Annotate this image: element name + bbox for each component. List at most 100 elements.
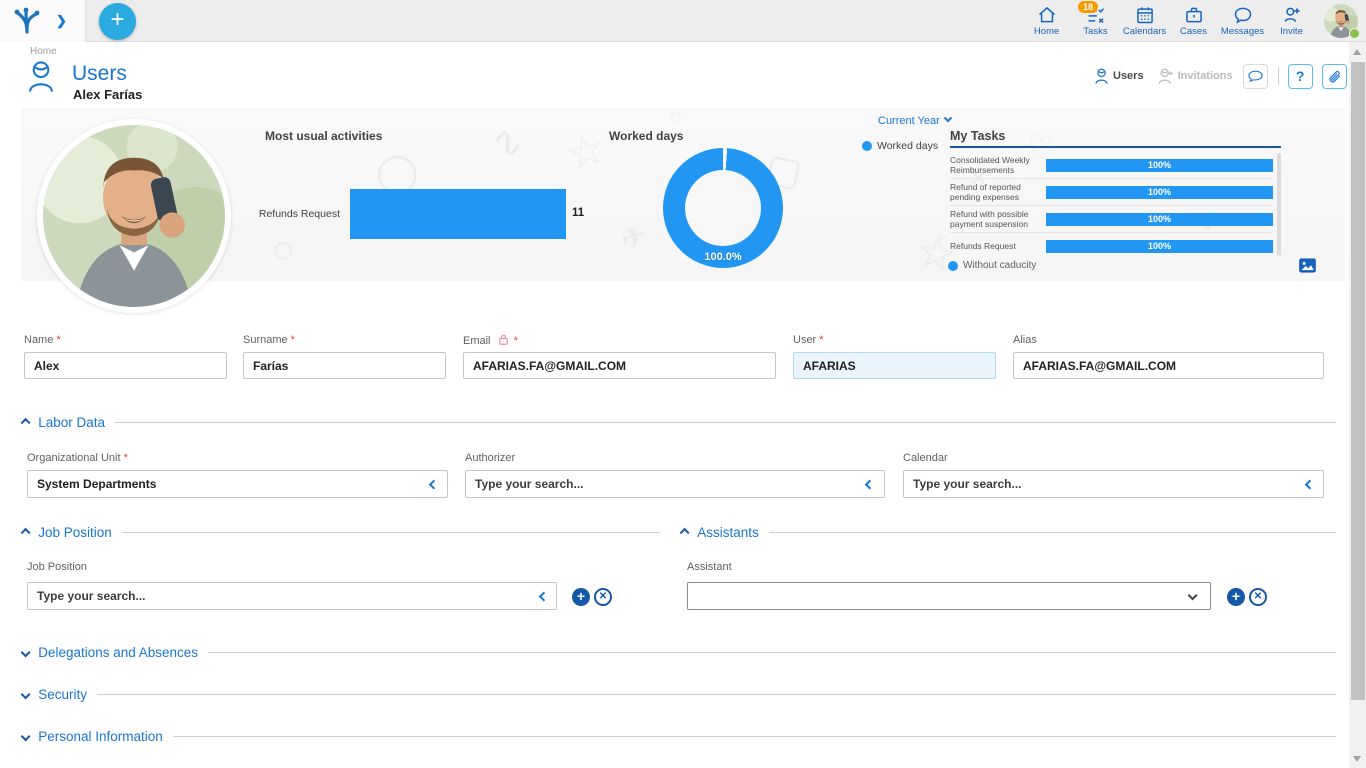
help-button[interactable]: ? [1288, 64, 1313, 89]
users-page-icon [26, 60, 56, 94]
task-label: Refund with possible payment suspension [950, 209, 1046, 229]
alias-field[interactable] [1013, 352, 1324, 379]
scrollbar-up-arrow[interactable] [1353, 49, 1361, 55]
task-row[interactable]: Refunds Request 100% [950, 233, 1273, 260]
nav-label-messages: Messages [1221, 26, 1264, 37]
job-position-remove-button[interactable]: ✕ [594, 588, 612, 606]
section-title-assistants: Assistants [697, 525, 759, 540]
activities-bar[interactable] [350, 189, 566, 239]
paperclip-icon [1327, 69, 1342, 84]
nav-item-tasks[interactable]: 18 Tasks [1071, 0, 1120, 42]
change-cover-image-button[interactable] [1299, 258, 1316, 278]
assistant-label: Assistant [687, 561, 732, 573]
calendar-field[interactable] [903, 470, 1324, 498]
authorizer-field[interactable] [465, 470, 885, 498]
chevron-up-icon [680, 527, 690, 537]
nav-item-calendars[interactable]: Calendars [1120, 0, 1169, 42]
section-title-personal-information: Personal Information [38, 729, 163, 744]
nav-label-cases: Cases [1180, 26, 1207, 37]
user-field[interactable] [793, 352, 996, 379]
nav-label-invite: Invite [1280, 26, 1303, 37]
app-logo-area[interactable]: ❯ [0, 0, 86, 42]
comments-button[interactable] [1243, 64, 1268, 89]
section-title-job-position: Job Position [38, 525, 112, 540]
task-progress-bar: 100% [1046, 186, 1273, 199]
section-divider-line [97, 694, 1336, 695]
user-avatar[interactable] [1324, 4, 1358, 38]
my-tasks-title-underline [950, 146, 1281, 148]
message-bubble-icon [1233, 5, 1253, 25]
worked-days-legend-label: Worked days [877, 140, 938, 152]
assistant-remove-button[interactable]: ✕ [1249, 588, 1267, 606]
nav-label-tasks: Tasks [1083, 26, 1107, 37]
scrollbar-down-arrow[interactable] [1353, 756, 1361, 762]
page-scrollbar[interactable] [1349, 42, 1366, 768]
doodle-zigzag: ∿ [485, 116, 531, 170]
profile-photo[interactable] [37, 119, 231, 313]
activities-bar-category: Refunds Request [242, 208, 340, 220]
chevron-down-icon [21, 689, 31, 699]
chevron-down-icon [21, 647, 31, 657]
create-new-button[interactable]: + [99, 3, 136, 40]
tasks-count-badge: 18 [1078, 1, 1098, 13]
users-tab-icon [1094, 68, 1109, 85]
briefcase-icon [1184, 5, 1204, 25]
section-title-labor-data: Labor Data [38, 415, 105, 430]
tasks-legend-label: Without caducity [963, 260, 1036, 271]
chevron-down-icon [944, 114, 952, 122]
sidebar-expand-chevron-icon[interactable]: ❯ [56, 13, 67, 29]
calendar-icon [1135, 5, 1155, 25]
home-icon [1037, 5, 1057, 25]
section-job-position[interactable]: Job Position [22, 525, 660, 540]
email-label: Email * [463, 334, 518, 347]
nav-label-calendars: Calendars [1123, 26, 1166, 37]
comment-bubble-icon [1248, 70, 1263, 83]
period-selector-dropdown[interactable]: Current Year [878, 115, 951, 127]
nav-item-invite[interactable]: Invite [1267, 0, 1316, 42]
section-security[interactable]: Security [22, 687, 1336, 702]
section-divider-line [115, 422, 1336, 423]
donut-hole [685, 170, 761, 246]
surname-label: Surname* [243, 334, 295, 346]
assistant-add-button[interactable]: + [1227, 588, 1245, 606]
period-selector-value: Current Year [878, 115, 940, 127]
org-unit-field[interactable] [27, 470, 448, 498]
worked-days-donut[interactable]: 100.0% [663, 148, 783, 268]
surname-field[interactable] [243, 352, 446, 379]
nav-item-cases[interactable]: Cases [1169, 0, 1218, 42]
section-delegations-and-absences[interactable]: Delegations and Absences [22, 645, 1336, 660]
task-label: Consolidated Weekly Reimbursements [950, 155, 1046, 175]
email-field[interactable] [463, 352, 776, 379]
header-divider [1278, 67, 1279, 85]
breadcrumb[interactable]: Home [30, 46, 57, 57]
task-progress-bar: 100% [1046, 159, 1273, 172]
calendar-label: Calendar [903, 452, 948, 464]
task-row[interactable]: Consolidated Weekly Reimbursements 100% [950, 152, 1273, 179]
doodle-star: ☆ [560, 122, 611, 181]
invite-person-icon [1282, 5, 1302, 25]
task-label: Refunds Request [950, 241, 1046, 251]
task-row[interactable]: Refund of reported pending expenses 100% [950, 179, 1273, 206]
worked-days-percent-label: 100.0% [663, 251, 783, 263]
name-field[interactable] [24, 352, 227, 379]
nav-item-messages[interactable]: Messages [1218, 0, 1267, 42]
tab-invitations[interactable]: Invitations [1158, 68, 1233, 85]
job-position-add-button[interactable]: + [572, 588, 590, 606]
assistant-select[interactable] [687, 582, 1211, 610]
section-personal-information[interactable]: Personal Information [22, 729, 1336, 744]
tasks-legend: Without caducity [948, 260, 1036, 271]
page-title: Users [72, 62, 127, 86]
attachments-button[interactable] [1322, 64, 1347, 89]
scrollbar-thumb[interactable] [1351, 62, 1365, 700]
task-row[interactable]: Refund with possible payment suspension … [950, 206, 1273, 233]
tasks-list-scrollbar[interactable] [1277, 153, 1281, 256]
section-assistants[interactable]: Assistants [681, 525, 1336, 540]
section-divider-line [173, 736, 1336, 737]
nav-item-home[interactable]: Home [1022, 0, 1071, 42]
task-progress-bar: 100% [1046, 240, 1273, 253]
job-position-field[interactable] [27, 582, 557, 610]
help-question-mark: ? [1296, 68, 1305, 84]
tab-invitations-label: Invitations [1178, 70, 1233, 82]
tab-users[interactable]: Users [1094, 68, 1144, 85]
section-labor-data[interactable]: Labor Data [22, 415, 1336, 430]
